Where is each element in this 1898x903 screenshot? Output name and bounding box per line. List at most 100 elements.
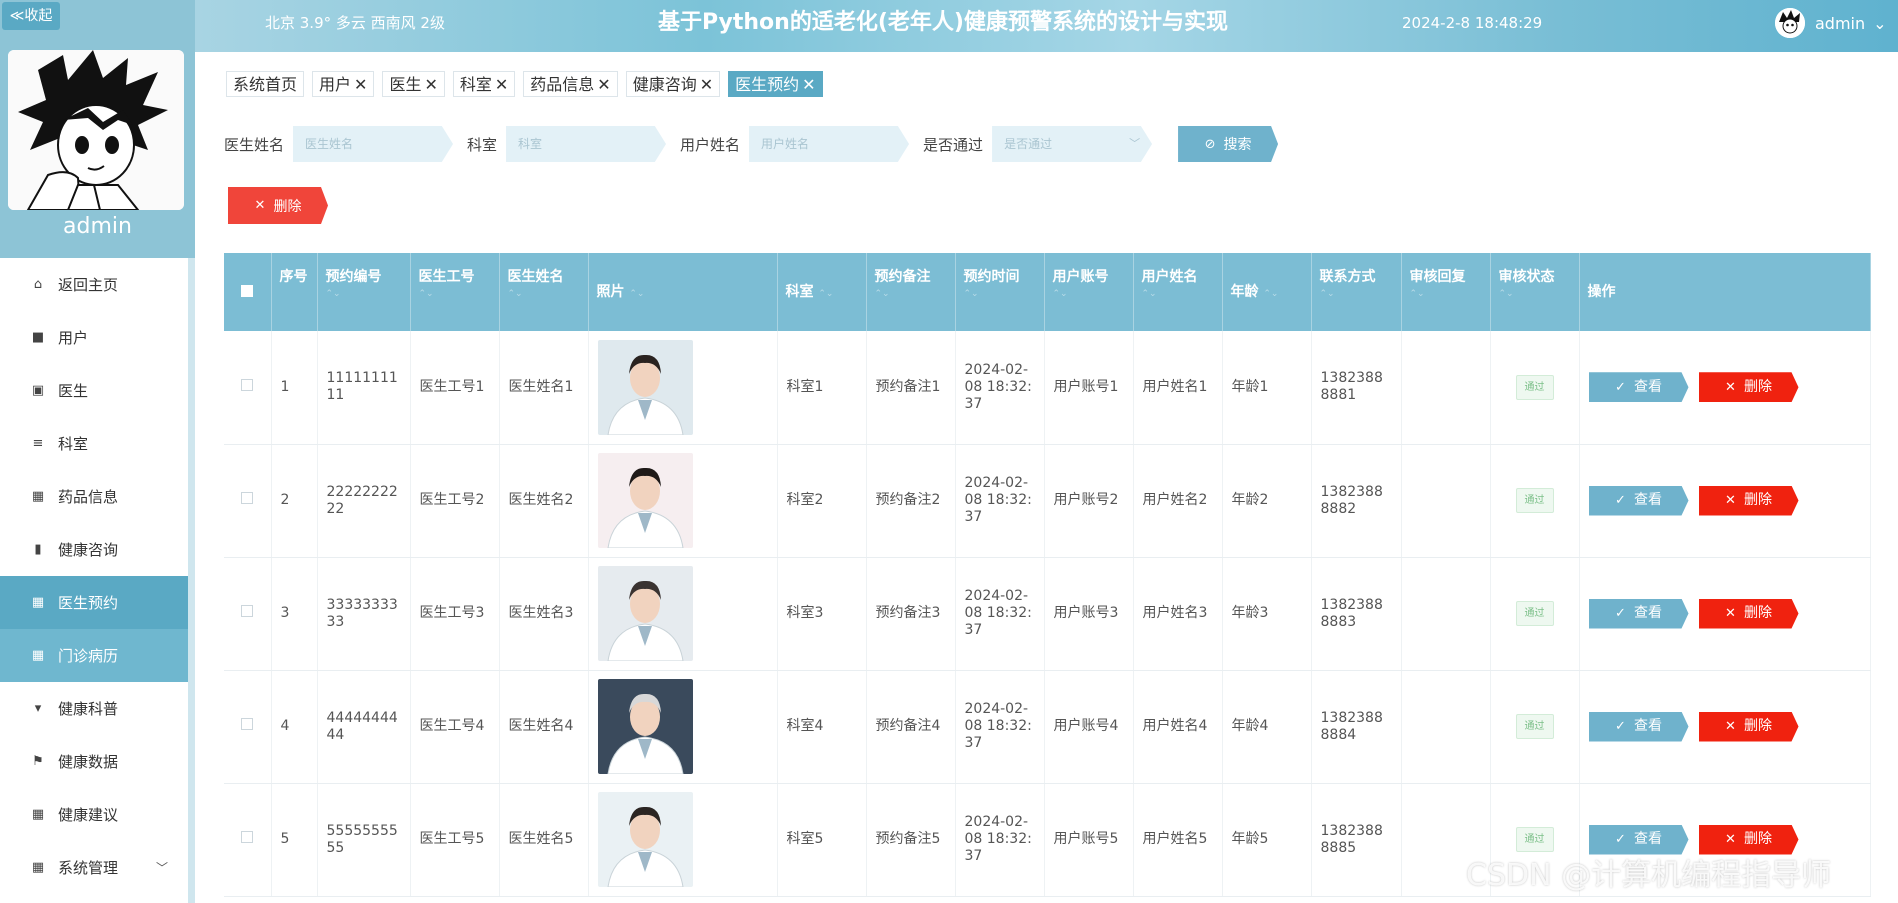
cell-account: 用户账号3 [1044, 557, 1134, 671]
cell-department: 科室3 [777, 557, 867, 671]
cell-select[interactable] [224, 444, 272, 558]
close-icon[interactable]: ✕ [495, 75, 508, 94]
collapse-button[interactable]: ≪收起 [2, 2, 60, 30]
passed-select[interactable]: ﹀ [992, 126, 1166, 162]
sidebar-item-doctor[interactable]: ▣ 医生 [0, 364, 188, 417]
sidebar-item-user[interactable]: ■ 用户 [0, 311, 188, 364]
sort-icon[interactable]: ⌃⌄ [964, 287, 1036, 301]
sort-icon[interactable]: ⌃⌄ [1142, 287, 1214, 301]
chevron-down-icon: ﹀ [1129, 137, 1141, 150]
row-checkbox[interactable] [241, 831, 254, 843]
row-checkbox[interactable] [241, 605, 254, 617]
sidebar-item-outpatient[interactable]: ▦ 门诊病历 [0, 629, 188, 682]
chart-icon: ▮ [34, 542, 42, 557]
sidebar-item-advice[interactable]: ▦ 健康建议 [0, 788, 188, 841]
sort-icon[interactable]: ⌃⌄ [1320, 287, 1393, 301]
tab-home[interactable]: 系统首页 [226, 71, 305, 97]
user-menu[interactable]: admin ⌄ [1775, 7, 1887, 39]
view-button[interactable]: ✓ 查看 [1588, 485, 1689, 516]
doctor-name-input[interactable] [293, 126, 454, 162]
sidebar-item-consult[interactable]: ▮ 健康咨询 [0, 523, 188, 576]
cell-note: 预约备注4 [866, 670, 956, 784]
col-user-name[interactable]: 用户姓名 ⌃⌄ [1133, 253, 1223, 331]
cell-index: 5 [271, 783, 318, 897]
select-all-header[interactable] [224, 253, 272, 331]
cell-select[interactable] [224, 557, 272, 671]
col-age[interactable]: 年龄 ⌃⌄ [1222, 253, 1312, 331]
doctor-photo [597, 792, 693, 887]
close-icon[interactable]: ✕ [597, 75, 610, 94]
sort-icon[interactable]: ⌃⌄ [629, 289, 644, 299]
cell-doctor-no: 医生工号2 [410, 444, 500, 558]
cell-department: 科室5 [777, 783, 867, 897]
delete-button[interactable]: ✕ 删除 [1698, 372, 1799, 403]
sidebar-item-appointment[interactable]: ▦ 医生预约 [0, 576, 188, 629]
sidebar-item-label: 健康数据 [58, 753, 119, 771]
cell-index: 4 [271, 670, 318, 784]
sort-icon[interactable]: ⌃⌄ [326, 287, 402, 301]
sidebar-item-system[interactable]: ▦ 系统管理 ﹀ [0, 841, 188, 894]
row-checkbox[interactable] [241, 378, 254, 391]
delete-button[interactable]: ✕ 删除 [1698, 598, 1799, 629]
user-name-label: 用户姓名 [680, 135, 741, 154]
col-appointment-code[interactable]: 预约编号 ⌃⌄ [317, 253, 411, 331]
sort-icon[interactable]: ⌃⌄ [1410, 287, 1482, 301]
sidebar-item-home[interactable]: ⌂ 返回主页 [0, 258, 188, 311]
cell-select[interactable] [224, 783, 272, 897]
col-status[interactable]: 审核状态 ⌃⌄ [1490, 253, 1580, 331]
sidebar-divider [188, 258, 195, 903]
tab-medicine[interactable]: 药品信息 ✕ [523, 71, 618, 97]
view-button[interactable]: ✓ 查看 [1588, 372, 1689, 403]
batch-delete-button[interactable]: ✕ 删除 [228, 187, 328, 224]
sort-icon[interactable]: ⌃⌄ [818, 289, 833, 299]
sort-icon[interactable]: ⌃⌄ [508, 287, 580, 301]
view-button[interactable]: ✓ 查看 [1588, 711, 1689, 742]
close-icon[interactable]: ✕ [424, 75, 437, 94]
cell-select[interactable] [224, 331, 272, 445]
sidebar-item-health-data[interactable]: ⚑ 健康数据 [0, 735, 188, 788]
cell-status: 通过 [1490, 444, 1580, 558]
cell-doctor-no: 医生工号4 [410, 670, 500, 784]
select-all-checkbox[interactable] [241, 285, 254, 297]
col-account[interactable]: 用户账号 ⌃⌄ [1044, 253, 1134, 331]
search-button-label: 搜索 [1223, 137, 1252, 153]
sidebar-item-department[interactable]: ≡ 科室 [0, 417, 188, 470]
sort-icon[interactable]: ⌃⌄ [1499, 287, 1571, 301]
col-department[interactable]: 科室 ⌃⌄ [777, 253, 867, 331]
sort-icon[interactable]: ⌃⌄ [1053, 287, 1125, 301]
sidebar-item-medicine[interactable]: ▦ 药品信息 [0, 470, 188, 523]
tab-appointment[interactable]: 医生预约 ✕ [728, 71, 823, 97]
col-reply[interactable]: 审核回复 ⌃⌄ [1401, 253, 1491, 331]
sort-icon[interactable]: ⌃⌄ [419, 287, 491, 301]
passed-select-input[interactable] [992, 126, 1153, 162]
delete-button[interactable]: ✕ 删除 [1698, 711, 1799, 742]
user-name-input[interactable] [749, 126, 910, 162]
tab-user[interactable]: 用户 ✕ [312, 71, 375, 97]
cell-doctor-name: 医生姓名1 [499, 331, 589, 445]
col-phone[interactable]: 联系方式 ⌃⌄ [1311, 253, 1402, 331]
sidebar-item-science[interactable]: ▾ 健康科普 [0, 682, 188, 735]
col-note[interactable]: 预约备注 ⌃⌄ [866, 253, 956, 331]
close-icon[interactable]: ✕ [802, 75, 815, 94]
tab-department[interactable]: 科室 ✕ [452, 71, 516, 97]
row-checkbox[interactable] [241, 718, 254, 730]
col-time[interactable]: 预约时间 ⌃⌄ [955, 253, 1045, 331]
check-icon: ✓ [1615, 606, 1626, 621]
cell-user-name: 用户姓名5 [1133, 783, 1223, 897]
search-button[interactable]: ⊘ 搜索 [1178, 126, 1279, 162]
col-doctor-name[interactable]: 医生姓名 ⌃⌄ [499, 253, 589, 331]
tab-doctor[interactable]: 医生 ✕ [382, 71, 445, 97]
sort-icon[interactable]: ⌃⌄ [1263, 289, 1278, 299]
delete-button[interactable]: ✕ 删除 [1698, 485, 1799, 516]
view-button[interactable]: ✓ 查看 [1588, 598, 1689, 629]
col-photo[interactable]: 照片 ⌃⌄ [588, 253, 778, 331]
department-input[interactable] [506, 126, 667, 162]
cell-select[interactable] [224, 670, 272, 784]
sort-icon[interactable]: ⌃⌄ [875, 287, 947, 301]
col-doctor-no[interactable]: 医生工号 ⌃⌄ [410, 253, 500, 331]
close-icon[interactable]: ✕ [700, 75, 713, 94]
close-icon[interactable]: ✕ [354, 75, 367, 94]
tab-consult[interactable]: 健康咨询 ✕ [625, 71, 721, 97]
cell-time: 2024-02-08 18:32:37 [955, 557, 1045, 671]
row-checkbox[interactable] [241, 492, 254, 504]
